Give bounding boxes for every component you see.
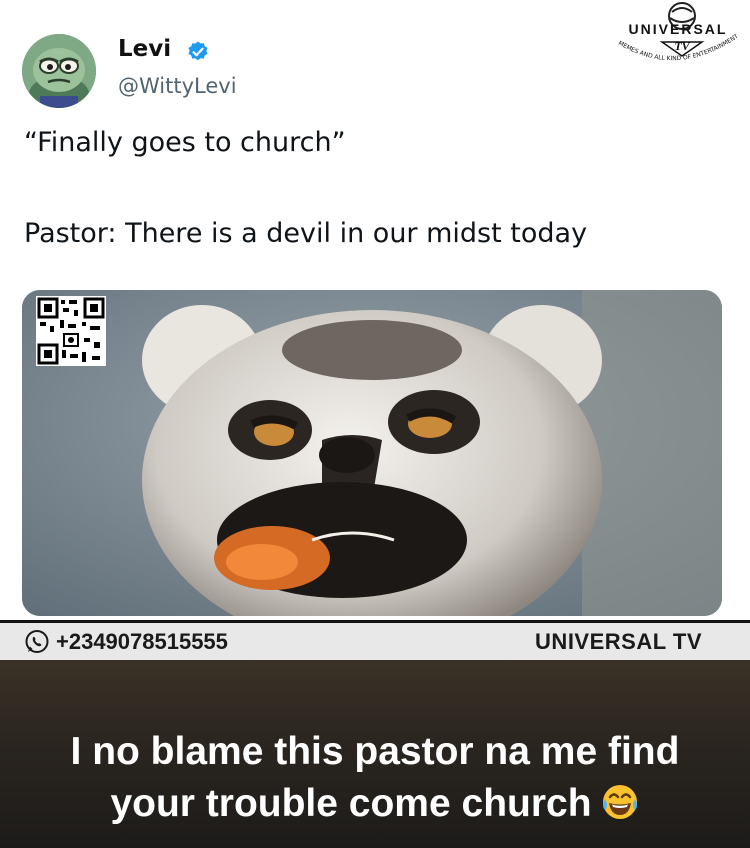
user-name[interactable]: Levi [118, 36, 171, 62]
avatar[interactable] [22, 34, 96, 108]
caption-area: I no blame this pastor na me find your t… [0, 660, 750, 848]
verified-badge-icon [188, 41, 208, 61]
tweet-text-line-1: “Finally goes to church” [24, 127, 346, 158]
logo-title: UNIVERSAL [629, 21, 728, 37]
caption-line-2-text: your trouble come church [110, 782, 592, 825]
footer-brand-label: UNIVERSAL TV [535, 629, 702, 654]
user-handle[interactable]: @WittyLevi [118, 74, 237, 98]
whatsapp-icon [25, 630, 49, 653]
caption-line-2: your trouble come church [0, 782, 750, 826]
caption-line-1: I no blame this pastor na me find [70, 730, 680, 773]
universal-tv-logo: UNIVERSAL TV MEMES AND ALL KIND OF ENTER… [617, 2, 740, 62]
tweet-text-line-2: Pastor: There is a devil in our midst to… [24, 218, 588, 249]
qr-code[interactable] [36, 296, 106, 366]
footer-bar: +2349078515555 UNIVERSAL TV [0, 620, 750, 660]
contact-phone-number[interactable]: +2349078515555 [56, 629, 228, 655]
lemur-meme-image[interactable] [22, 290, 722, 616]
tears-of-joy-emoji-icon [602, 785, 637, 819]
